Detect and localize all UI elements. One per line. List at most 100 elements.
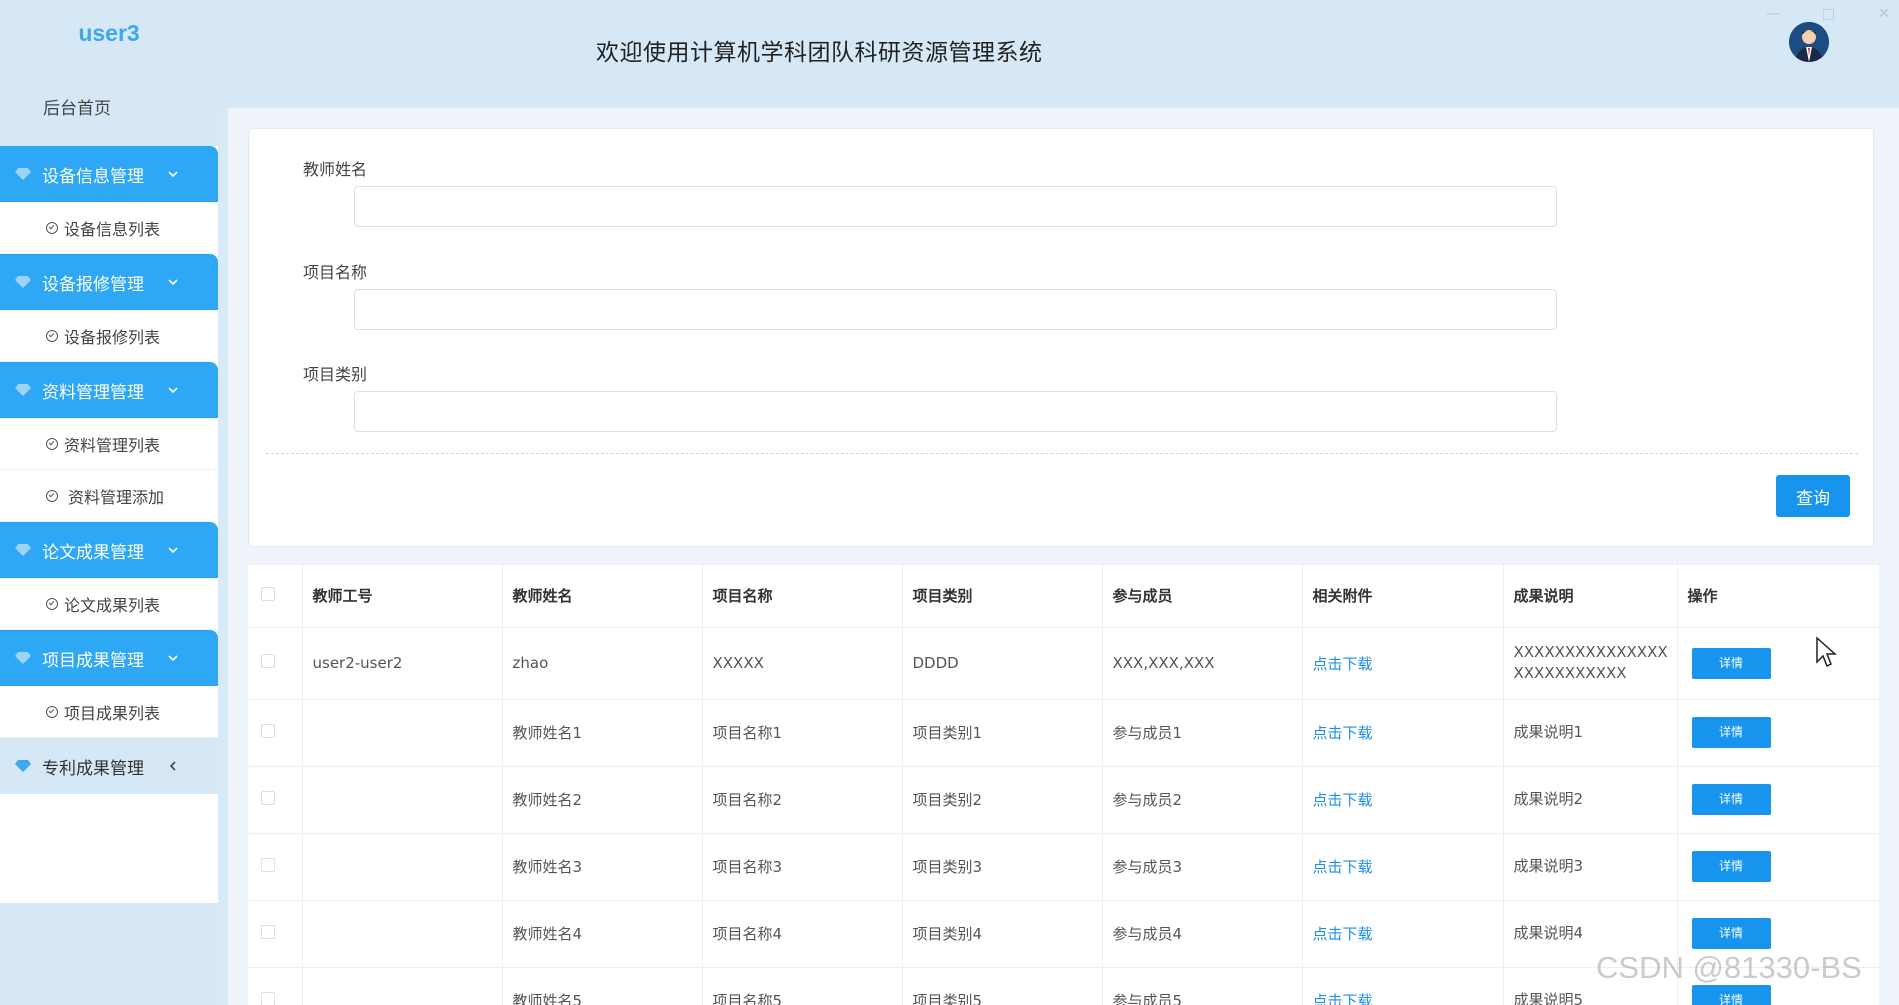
cell-attachment: 点击下载: [1302, 967, 1504, 1005]
avatar[interactable]: [1789, 22, 1829, 62]
sidebar-group-label: 资料管理管理: [42, 382, 144, 403]
download-link[interactable]: 点击下载: [1313, 655, 1373, 673]
cell-text: 参与成员2: [1112, 791, 1183, 809]
sidebar-footer-area: [0, 903, 218, 1005]
row-checkbox[interactable]: [261, 654, 275, 668]
cell-project-name: 项目名称2: [702, 766, 903, 834]
cell-text: 教师姓名4: [512, 925, 583, 943]
mouse-cursor-icon: [1816, 636, 1837, 668]
sidebar-item-home[interactable]: 后台首页: [0, 66, 218, 146]
cell-members: 参与成员1: [1102, 699, 1303, 767]
sidebar-group-projects[interactable]: 项目成果管理: [0, 630, 218, 686]
cell-text: 项目类别1: [912, 724, 983, 742]
table-row: user2-user2 zhao XXXXX DDDD XXX,XXX,XXX 点击下载 X…: [248, 627, 1879, 700]
chevron-down-icon: [168, 547, 178, 554]
cell-teacher-name: 教师姓名3: [502, 833, 703, 901]
project-name-label: 项目名称: [303, 263, 368, 282]
column-header: 操作: [1677, 565, 1879, 628]
cell-text: 成果说明5: [1513, 991, 1584, 1005]
sidebar-item-materials-list[interactable]: 资料管理列表: [0, 418, 218, 470]
check-circle-icon: [46, 221, 58, 234]
cell-text: 项目类别4: [912, 925, 983, 943]
download-link[interactable]: 点击下载: [1313, 724, 1373, 742]
row-select-cell: [248, 766, 303, 834]
sidebar-item-equipment-info-list[interactable]: 设备信息列表: [0, 202, 218, 254]
project-type-input[interactable]: [354, 391, 1557, 432]
sidebar-item-materials-add[interactable]: 资料管理添加: [0, 470, 218, 522]
sidebar-group-equipment-repair[interactable]: 设备报修管理: [0, 254, 218, 310]
cell-text: 项目名称2: [712, 791, 783, 809]
row-checkbox[interactable]: [261, 723, 275, 738]
check-circle-icon: [46, 329, 58, 342]
row-select-cell: [248, 833, 303, 901]
table-header-row: 教师工号 教师姓名 项目名称 项目类别 参与成员 相关附件 成果说明 操作: [248, 565, 1879, 628]
row-checkbox[interactable]: [261, 924, 275, 939]
row-select-cell: [248, 967, 303, 1005]
cell-text: 教师姓名5: [512, 992, 583, 1005]
cell-project-type: DDDD: [902, 627, 1103, 700]
select-all-checkbox[interactable]: [261, 586, 275, 601]
sidebar-item-projects-list[interactable]: 项目成果列表: [0, 686, 218, 738]
row-checkbox[interactable]: [261, 790, 275, 805]
cell-description: 成果说明2: [1503, 766, 1678, 834]
cell-project-type: 项目类别3: [902, 833, 1103, 901]
download-link[interactable]: 点击下载: [1313, 992, 1373, 1005]
watermark: CSDN @81330-BS: [1596, 950, 1862, 985]
cell-text: 项目名称4: [712, 925, 783, 943]
detail-button[interactable]: 详情: [1691, 851, 1771, 882]
close-icon[interactable]: ✕: [1878, 6, 1890, 22]
diamond-icon: [15, 168, 31, 180]
chevron-down-icon: [168, 171, 178, 178]
column-header: 教师工号: [302, 565, 503, 628]
brand-username: user3: [78, 19, 140, 46]
row-checkbox[interactable]: [261, 991, 275, 1005]
sidebar-item-equipment-repair-list[interactable]: 设备报修列表: [0, 310, 218, 362]
detail-button[interactable]: 详情: [1691, 985, 1771, 1005]
sidebar-item-label: 论文成果列表: [64, 595, 161, 615]
download-link[interactable]: 点击下载: [1313, 791, 1373, 809]
cell-text: 成果说明1: [1513, 723, 1584, 741]
cell-teacher-name: 教师姓名2: [502, 766, 703, 834]
project-name-input[interactable]: [354, 289, 1557, 330]
cell-text: user2-user2: [312, 654, 403, 672]
sidebar-group-patents[interactable]: 专利成果管理: [0, 738, 218, 794]
detail-button[interactable]: 详情: [1691, 784, 1771, 815]
cell-teacher-name: zhao: [502, 627, 703, 700]
column-header: 项目名称: [702, 565, 903, 628]
sidebar-item-label: 设备信息列表: [64, 219, 161, 239]
row-checkbox[interactable]: [261, 857, 275, 872]
maximize-icon[interactable]: □: [1822, 6, 1835, 22]
detail-button[interactable]: 详情: [1691, 647, 1771, 679]
cell-project-type: 项目类别4: [902, 900, 1103, 968]
cell-action: 详情: [1677, 766, 1879, 834]
download-link[interactable]: 点击下载: [1313, 858, 1373, 876]
teacher-name-input[interactable]: [354, 186, 1557, 227]
column-header: 成果说明: [1503, 565, 1678, 628]
cell-text: 参与成员1: [1112, 724, 1183, 742]
query-button[interactable]: 查询: [1776, 475, 1850, 517]
detail-button[interactable]: 详情: [1691, 717, 1771, 748]
sidebar-group-equipment-info[interactable]: 设备信息管理: [0, 146, 218, 202]
cell-teacher-id: [302, 699, 503, 767]
cell-teacher-id: [302, 833, 503, 901]
teacher-name-label: 教师姓名: [303, 160, 368, 179]
top-header: user3 欢迎使用计算机学科团队科研资源管理系统 — □ ✕: [0, 0, 1899, 108]
sidebar-item-label: 设备报修列表: [64, 327, 161, 347]
cell-teacher-id: [302, 967, 503, 1005]
divider: [266, 453, 1858, 454]
cell-text: 成果说明3: [1513, 857, 1584, 875]
cell-text: XXX,XXX,XXX: [1112, 654, 1215, 672]
sidebar-item-papers-list[interactable]: 论文成果列表: [0, 578, 218, 630]
sidebar-group-materials[interactable]: 资料管理管理: [0, 362, 218, 418]
cell-text: 教师姓名1: [512, 724, 583, 742]
sidebar-empty-area: [0, 794, 218, 907]
cell-project-name: 项目名称5: [702, 967, 903, 1005]
sidebar-group-papers[interactable]: 论文成果管理: [0, 522, 218, 578]
column-header: 项目类别: [902, 565, 1103, 628]
detail-button[interactable]: 详情: [1691, 918, 1771, 949]
cell-text: 项目类别5: [912, 992, 983, 1005]
download-link[interactable]: 点击下载: [1313, 925, 1373, 943]
cell-description: 成果说明3: [1503, 833, 1678, 901]
row-select-cell: [248, 699, 303, 767]
minimize-icon[interactable]: —: [1766, 6, 1780, 22]
